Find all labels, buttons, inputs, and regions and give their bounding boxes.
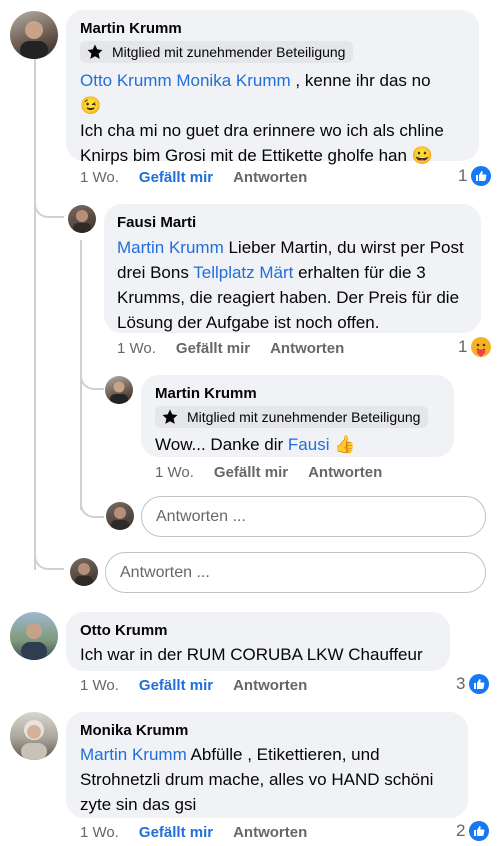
reaction-count[interactable]: 3 bbox=[456, 674, 490, 694]
reply-button[interactable]: Antworten bbox=[308, 464, 382, 481]
comment-actions: 1 Wo. Gefällt mir Antworten bbox=[80, 824, 327, 841]
avatar-photo bbox=[110, 381, 128, 404]
badge-label: Mitglied mit zunehmender Beteiligung bbox=[187, 409, 421, 425]
comment-author[interactable]: Martin Krumm bbox=[155, 384, 440, 403]
reaction-number: 2 bbox=[456, 821, 466, 840]
avatar[interactable] bbox=[68, 205, 96, 233]
comment-text: Ich cha mi no guet dra erinnere wo ich a… bbox=[80, 121, 444, 165]
avatar[interactable] bbox=[105, 376, 133, 404]
avatar bbox=[106, 502, 134, 530]
thumbs-up-reaction-icon bbox=[471, 166, 492, 186]
like-button[interactable]: Gefällt mir bbox=[214, 464, 288, 481]
reply-input[interactable]: Antworten ... bbox=[141, 496, 486, 537]
timestamp[interactable]: 1 Wo. bbox=[80, 169, 119, 186]
thumbs-up-reaction-icon bbox=[469, 821, 490, 841]
reply-button[interactable]: Antworten bbox=[270, 340, 344, 357]
comment-bubble: Martin Krumm Mitglied mit zunehmender Be… bbox=[66, 10, 479, 165]
comment-author[interactable]: Martin Krumm bbox=[80, 19, 465, 38]
reaction-number: 1 bbox=[458, 337, 468, 356]
like-button[interactable]: Gefällt mir bbox=[176, 340, 250, 357]
comment-bubble: Monika Krumm Martin Krumm Abfülle , Etik… bbox=[66, 712, 468, 818]
avatar[interactable] bbox=[10, 712, 58, 760]
comment-actions: 1 Wo. Gefällt mir Antworten bbox=[80, 677, 327, 694]
comment-author[interactable]: Monika Krumm bbox=[80, 721, 454, 740]
comment-actions: 1 Wo. Gefällt mir Antworten bbox=[80, 169, 327, 186]
reaction-number: 3 bbox=[456, 674, 466, 693]
timestamp[interactable]: 1 Wo. bbox=[80, 824, 119, 841]
thread-connector-nested-input bbox=[80, 490, 104, 518]
like-button[interactable]: Gefällt mir bbox=[139, 169, 213, 186]
member-badge: Mitglied mit zunehmender Beteiligung bbox=[155, 406, 429, 428]
avatar[interactable] bbox=[10, 11, 58, 59]
comment-actions: 1 Wo. Gefällt mir Antworten bbox=[155, 464, 402, 481]
reaction-count[interactable]: 1 bbox=[458, 337, 492, 357]
reply-button[interactable]: Antworten bbox=[233, 824, 307, 841]
timestamp[interactable]: 1 Wo. bbox=[80, 677, 119, 694]
comment-text: Wow... Danke dir bbox=[155, 435, 288, 454]
avatar-photo bbox=[20, 21, 48, 59]
reaction-count[interactable]: 2 bbox=[456, 821, 490, 841]
avatar bbox=[70, 558, 98, 586]
like-button[interactable]: Gefällt mir bbox=[139, 677, 213, 694]
mention-link[interactable]: Otto Krumm Monika Krumm bbox=[80, 71, 291, 90]
avatar-photo bbox=[75, 563, 93, 586]
reply-button[interactable]: Antworten bbox=[233, 169, 307, 186]
reaction-count[interactable]: 1 bbox=[458, 166, 492, 186]
avatar-photo bbox=[21, 720, 47, 760]
mention-link[interactable]: Martin Krumm bbox=[80, 745, 187, 764]
thread-connector-2 bbox=[80, 362, 104, 390]
star-badge-icon bbox=[87, 44, 103, 59]
wink-emoji: 😉 bbox=[80, 96, 102, 115]
mention-link[interactable]: Tellplatz Märt bbox=[193, 263, 293, 282]
comment-bubble: Fausi Marti Martin Krumm Lieber Martin, … bbox=[104, 204, 481, 333]
timestamp[interactable]: 1 Wo. bbox=[155, 464, 194, 481]
mention-link[interactable]: Martin Krumm bbox=[117, 238, 224, 257]
avatar-photo bbox=[111, 507, 129, 530]
care-reaction-icon bbox=[471, 337, 492, 357]
badge-label: Mitglied mit zunehmender Beteiligung bbox=[112, 44, 346, 60]
thread-line-main bbox=[34, 58, 36, 570]
avatar-photo bbox=[73, 210, 91, 233]
comment-bubble: Martin Krumm Mitglied mit zunehmender Be… bbox=[141, 375, 454, 457]
avatar-photo bbox=[21, 623, 47, 660]
mention-link[interactable]: Fausi bbox=[288, 435, 330, 454]
reply-input-placeholder: Antworten ... bbox=[156, 507, 246, 525]
comment-text: , kenne ihr das no bbox=[290, 71, 431, 90]
comment-author[interactable]: Otto Krumm bbox=[80, 621, 436, 640]
reaction-number: 1 bbox=[458, 166, 468, 185]
thread-connector-1 bbox=[34, 190, 64, 218]
avatar[interactable] bbox=[10, 612, 58, 660]
thumbs-up-reaction-icon bbox=[469, 674, 490, 694]
thread-connector-input bbox=[34, 540, 64, 570]
timestamp[interactable]: 1 Wo. bbox=[117, 340, 156, 357]
comment-bubble: Otto Krumm Ich war in der RUM CORUBA LKW… bbox=[66, 612, 450, 671]
member-badge: Mitglied mit zunehmender Beteiligung bbox=[80, 41, 354, 63]
reply-input-placeholder: Antworten ... bbox=[120, 563, 210, 581]
like-button[interactable]: Gefällt mir bbox=[139, 824, 213, 841]
star-badge-icon bbox=[162, 409, 178, 424]
thumbs-up-emoji: 👍 bbox=[334, 435, 356, 454]
reply-input[interactable]: Antworten ... bbox=[105, 552, 486, 593]
reply-button[interactable]: Antworten bbox=[233, 677, 307, 694]
comment-actions: 1 Wo. Gefällt mir Antworten bbox=[117, 340, 364, 357]
comment-author[interactable]: Fausi Marti bbox=[117, 213, 468, 232]
comment-text: Ich war in der RUM CORUBA LKW Chauffeur bbox=[80, 645, 423, 664]
